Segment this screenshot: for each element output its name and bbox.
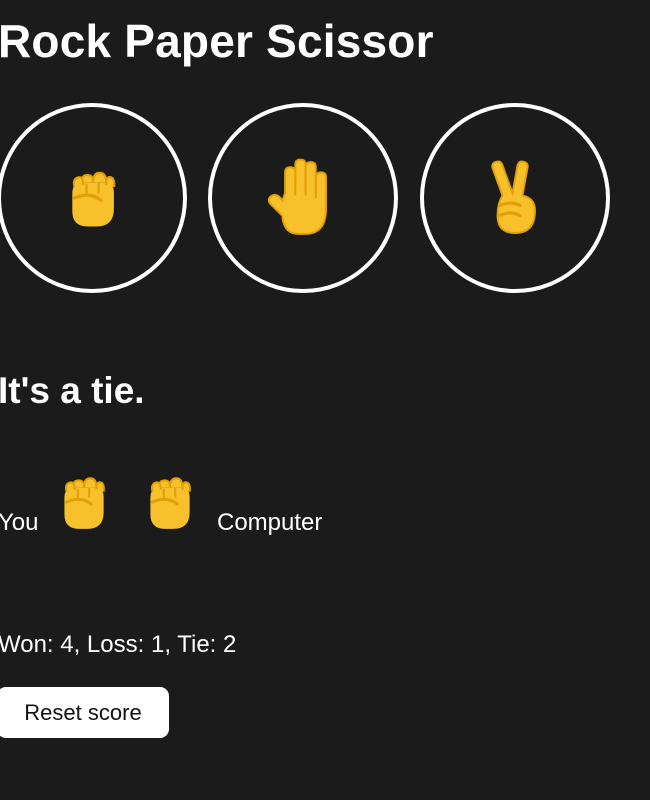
moves-display: You Computer xyxy=(0,465,400,545)
scissors-choice-button[interactable] xyxy=(420,103,610,293)
rock-choice-button[interactable] xyxy=(0,103,187,293)
raised-fist-icon xyxy=(50,469,116,535)
page-title: Rock Paper Scissor xyxy=(0,15,434,67)
computer-label: Computer xyxy=(217,509,323,536)
game-page: Rock Paper Scissor It's a tie. You Compu… xyxy=(0,0,650,800)
raised-fist-icon xyxy=(136,469,202,535)
victory-hand-icon xyxy=(475,158,555,238)
raised-hand-icon xyxy=(262,157,344,239)
reset-score-button[interactable]: Reset score xyxy=(0,687,169,738)
score-text: Won: 4, Loss: 1, Tie: 2 xyxy=(0,631,237,658)
result-text: It's a tie. xyxy=(0,370,145,411)
paper-choice-button[interactable] xyxy=(208,103,398,293)
raised-fist-icon xyxy=(57,163,127,233)
you-label: You xyxy=(0,509,39,536)
